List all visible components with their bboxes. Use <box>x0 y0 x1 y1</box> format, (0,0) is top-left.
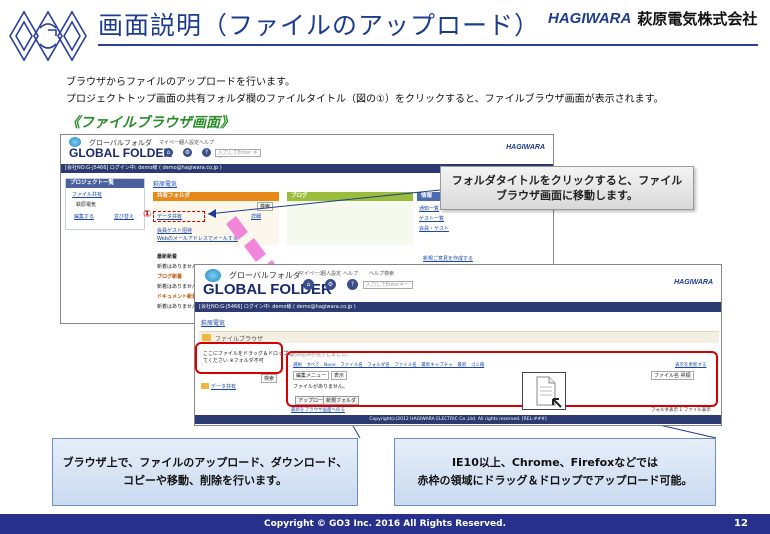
callout-br-line-2: 赤枠の領域にドラッグ＆ドロップでアップロード可能。 <box>417 474 693 487</box>
callout-browser-ops: ブラウザ上で、ファイルのアップロード、ダウンロード、 コピーや移動、削除を行いま… <box>52 438 358 506</box>
callout-bl-line-1: ブラウザ上で、ファイルのアップロード、ダウンロード、 <box>62 456 348 469</box>
tree-folder-icon <box>201 383 209 389</box>
callout-br-line-1: IE10以上、Chrome、Firefoxなどでは <box>451 456 659 469</box>
fb-user-bar: [会社NO:G-J5466] ログイン中: demo様 ( demo@hagiw… <box>195 302 721 312</box>
callout-top-arrowhead <box>208 209 216 218</box>
dragged-file-icon <box>522 372 566 410</box>
fb-nav-settings[interactable]: 個人設定 <box>321 270 341 277</box>
fb-search-button[interactable]: 検索 <box>261 374 278 383</box>
slide-footer: Copyright © GO3 Inc. 2016 All Rights Res… <box>0 514 770 534</box>
fb-footer-bar: Copyright(c)2012 HAGIWARA ELECTRIC Co.,L… <box>195 415 721 424</box>
drop-zone-highlight[interactable] <box>286 351 718 407</box>
fb-search-input[interactable]: 入力してEnterキー <box>363 281 413 289</box>
drop-hint-highlight <box>195 342 283 374</box>
page-number: 12 <box>734 518 748 529</box>
fb-nav-help[interactable]: ヘルプ <box>343 270 358 277</box>
callout-folder-title: フォルダタイトルをクリックすると、ファイル ブラウザ画面に移動します。 <box>440 166 694 210</box>
fb-company-link[interactable]: 萩原電気 <box>201 318 225 327</box>
fb-logo-jp: グローバルフォルダ <box>229 271 301 280</box>
folder-icon <box>202 334 211 341</box>
callout-top-line-2: ブラウザ画面に移動します。 <box>496 189 638 202</box>
fb-nav-help-search[interactable]: ヘルプ検索 <box>369 270 394 277</box>
fb-home-icon[interactable]: ⌂ <box>303 279 314 290</box>
page-nav: フォルダ表示 1 ファイル表示 <box>651 408 711 413</box>
tree-folder-data-share[interactable]: データ共有 <box>211 383 236 390</box>
callout-bl-line-2: コピーや移動、削除を行います。 <box>123 474 287 487</box>
fb-brand: HAGIWARA <box>674 279 713 286</box>
fb-help-icon[interactable]: ? <box>347 279 358 290</box>
return-link[interactable]: 最新をブラウザ画面へ戻る <box>291 407 345 413</box>
callout-drag-drop: IE10以上、Chrome、Firefoxなどでは 赤枠の領域にドラッグ＆ドロッ… <box>394 438 716 506</box>
fb-settings-icon[interactable]: ⚙ <box>325 279 336 290</box>
callout-top-line-1: フォルダタイトルをクリックすると、ファイル <box>451 174 683 187</box>
callout-top-arrow <box>207 189 441 215</box>
fb-header: グローバルフォルダ GLOBAL FOLDER マイページ 個人設定 ヘルプ ヘ… <box>195 265 721 301</box>
